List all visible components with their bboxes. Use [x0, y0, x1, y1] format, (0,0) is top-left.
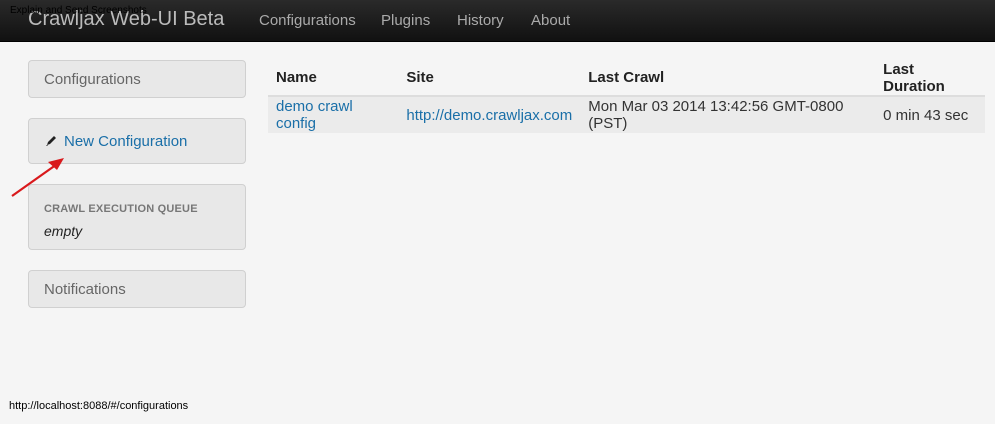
crawl-queue-value: empty: [44, 223, 83, 239]
overlay-title: Explain and Send Screenshots: [10, 5, 147, 16]
navbar: Crawljax Web-UI Beta Configurations Plug…: [0, 0, 995, 42]
column-header-name: Name: [268, 60, 399, 97]
table-row: demo crawl config http://demo.crawljax.c…: [268, 96, 985, 133]
cell-last-duration: 0 min 43 sec: [875, 96, 985, 133]
nav-about[interactable]: About: [531, 12, 570, 29]
column-header-last-crawl: Last Crawl: [580, 60, 876, 97]
cell-site: http://demo.crawljax.com: [398, 96, 581, 133]
config-name-link[interactable]: demo crawl config: [276, 98, 353, 132]
annotation-arrow-icon: [11, 158, 64, 197]
column-header-site: Site: [398, 60, 581, 97]
column-header-last-duration: Last Duration: [875, 60, 985, 97]
config-site-link[interactable]: http://demo.crawljax.com: [406, 107, 572, 124]
notifications-panel[interactable]: Notifications: [28, 270, 246, 308]
configurations-table: Name Site Last Crawl Last Duration demo …: [268, 60, 985, 133]
nav-plugins[interactable]: Plugins: [381, 12, 430, 29]
cell-name: demo crawl config: [268, 96, 399, 133]
new-configuration-label[interactable]: New Configuration: [64, 133, 187, 150]
pencil-icon: [46, 136, 56, 146]
crawl-queue-heading: CRAWL EXECUTION QUEUE: [44, 203, 198, 215]
status-bar-url: http://localhost:8088/#/configurations: [9, 400, 189, 412]
nav-history[interactable]: History: [457, 12, 504, 29]
cell-last-crawl: Mon Mar 03 2014 13:42:56 GMT-0800 (PST): [580, 96, 876, 133]
table-header-row: Name Site Last Crawl Last Duration: [268, 60, 985, 97]
configurations-panel-label: Configurations: [44, 71, 141, 88]
notifications-label: Notifications: [44, 281, 126, 298]
configurations-panel[interactable]: Configurations: [28, 60, 246, 98]
nav-configurations[interactable]: Configurations: [259, 12, 356, 29]
